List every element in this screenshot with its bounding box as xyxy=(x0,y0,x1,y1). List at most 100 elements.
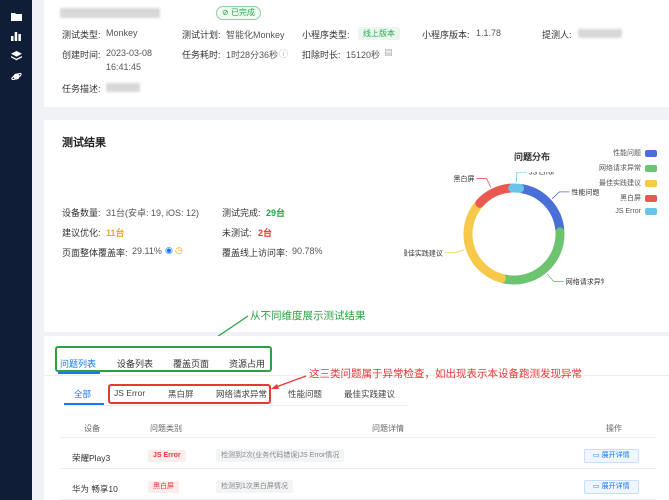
label-test-type: 测试类型: xyxy=(62,30,101,40)
subtab-best-practice[interactable]: 最佳实践建议 xyxy=(344,388,395,400)
legend-label: 最佳实践建议 xyxy=(599,180,641,187)
row1-detail: 检测到2次(业务代码错误)JS Error情况 xyxy=(216,449,345,462)
legend-swatch xyxy=(645,179,657,187)
donut-leader-line xyxy=(551,191,570,199)
label-device-count: 设备数量: xyxy=(62,208,101,218)
chart-icon[interactable] xyxy=(10,30,22,42)
col-action: 操作 xyxy=(606,424,622,433)
folder-open-icon: ▭ xyxy=(593,452,600,459)
legend-item[interactable]: 性能问题 xyxy=(613,148,657,158)
value-duration: 1时28分36秒 xyxy=(226,50,279,60)
green-annotation-text: 从不同维度展示测试结果 xyxy=(250,310,366,322)
active-tab-indicator xyxy=(58,372,100,374)
label-description: 任务描述: xyxy=(62,84,101,94)
label-miniapp-type: 小程序类型: xyxy=(302,30,350,40)
legend-label: JS Error xyxy=(615,208,641,215)
row2-category-badge: 黑白屏 xyxy=(148,481,179,493)
value-page-coverage: 29.11% xyxy=(132,246,162,256)
donut-label: 性能问题 xyxy=(571,187,599,196)
donut-slice[interactable] xyxy=(463,200,506,283)
task-info-card: ⊘ 已完成 测试类型: Monkey 测试计划: 智能化Monkey 小程序类型… xyxy=(44,0,669,107)
label-submitter: 提测人: xyxy=(542,30,572,40)
label-not-tested: 未测试: xyxy=(222,228,252,238)
value-test-plan: 智能化Monkey xyxy=(226,30,285,40)
donut-leader-line xyxy=(516,172,527,183)
row1-expand-button[interactable]: ▭ 展开详情 xyxy=(584,449,639,463)
row2-device: 华为 畅享10 xyxy=(72,484,118,494)
value-test-type: Monkey xyxy=(106,28,138,38)
check-circle-icon: ⊘ xyxy=(222,8,229,17)
document-icon[interactable]: ▤ xyxy=(384,47,393,58)
legend-swatch xyxy=(645,194,657,202)
col-detail: 问题详情 xyxy=(372,424,404,433)
layers-icon[interactable] xyxy=(10,50,22,62)
row1-device: 荣耀Play3 xyxy=(72,453,111,463)
value-created-clock: 16:41:45 xyxy=(106,62,142,72)
legend-swatch xyxy=(645,164,657,172)
donut-slice[interactable] xyxy=(475,183,515,208)
value-online-coverage: 90.78% xyxy=(292,246,323,256)
results-title: 测试结果 xyxy=(62,137,106,149)
left-nav-rail xyxy=(0,0,32,500)
clock-icon[interactable]: ◷ xyxy=(175,245,183,256)
info-icon[interactable]: ⓘ xyxy=(279,47,288,60)
donut-leader-line xyxy=(476,178,492,188)
task-name-redacted xyxy=(60,8,160,18)
problem-distribution-donut: 性能问题网络请求异常 最佳实践建议 黑白屏 JS Error xyxy=(404,172,604,286)
subtab-all[interactable]: 全部 xyxy=(74,388,91,400)
legend-swatch xyxy=(645,149,657,157)
label-miniapp-version: 小程序版本: xyxy=(422,30,470,40)
legend-item[interactable]: 网络请求异常 xyxy=(599,163,657,173)
donut-slice[interactable] xyxy=(517,184,565,235)
col-category: 问题类别 xyxy=(150,424,182,433)
planet-icon[interactable] xyxy=(10,70,22,82)
description-redacted xyxy=(106,83,140,92)
label-deducted: 扣除时长: xyxy=(302,50,341,60)
value-device-count: 31台(安卓: 19, iOS: 12) xyxy=(106,208,200,218)
red-arrow-icon xyxy=(271,375,307,389)
legend-item[interactable]: JS Error xyxy=(615,208,657,215)
red-annotation-text: 这三类问题属于异常检查，如出现表示本设备跑测发现异常 xyxy=(309,368,582,380)
row2-expand-button[interactable]: ▭ 展开详情 xyxy=(584,480,639,494)
donut-label: 网络请求异常 xyxy=(566,277,604,286)
legend-item[interactable]: 最佳实践建议 xyxy=(599,178,657,188)
distribution-title: 问题分布 xyxy=(514,152,551,162)
donut-label: 黑白屏 xyxy=(453,174,474,183)
label-suggest-optimize: 建议优化: xyxy=(62,228,101,238)
table-row xyxy=(60,437,657,438)
status-badge: ⊘ 已完成 xyxy=(216,6,261,20)
label-page-coverage: 页面整体覆盖率: xyxy=(62,248,128,258)
donut-label: 最佳实践建议 xyxy=(404,248,443,257)
row2-detail: 检测到1次黑白屏情况 xyxy=(216,480,293,493)
label-test-done: 测试完成: xyxy=(222,208,261,218)
value-miniapp-version: 1.1.78 xyxy=(476,28,502,38)
value-deducted: 15120秒 xyxy=(346,50,381,60)
donut-leader-line xyxy=(444,249,465,254)
folder-open-icon: ▭ xyxy=(593,483,600,490)
label-online-coverage: 覆盖线上访问率: xyxy=(222,248,288,258)
value-created-date: 2023-03-08 xyxy=(106,48,153,58)
value-not-tested: 2台 xyxy=(258,228,273,238)
legend-swatch xyxy=(645,208,657,215)
donut-slice[interactable] xyxy=(499,227,565,285)
red-highlight-box xyxy=(108,384,271,404)
green-highlight-box xyxy=(55,346,272,372)
online-version-tag: 线上版本 xyxy=(358,27,400,40)
eye-icon[interactable]: ◉ xyxy=(165,245,173,256)
label-duration: 任务耗时: xyxy=(182,50,221,60)
col-device: 设备 xyxy=(84,424,100,433)
subtab-divider xyxy=(64,405,409,406)
value-suggest-optimize: 11台 xyxy=(106,228,125,238)
legend-item[interactable]: 黑白屏 xyxy=(620,193,657,203)
donut-leader-line xyxy=(547,273,564,282)
donut-label: JS Error xyxy=(529,172,555,177)
legend-label: 网络请求异常 xyxy=(599,165,641,172)
row1-category-badge: JS Error xyxy=(148,450,186,462)
table-row xyxy=(60,468,657,469)
label-created-time: 创建时间: xyxy=(62,50,101,60)
label-test-plan: 测试计划: xyxy=(182,30,221,40)
legend-label: 性能问题 xyxy=(613,150,641,157)
folder-icon[interactable] xyxy=(10,10,22,22)
value-test-done: 29台 xyxy=(266,208,286,218)
legend-label: 黑白屏 xyxy=(620,195,641,202)
